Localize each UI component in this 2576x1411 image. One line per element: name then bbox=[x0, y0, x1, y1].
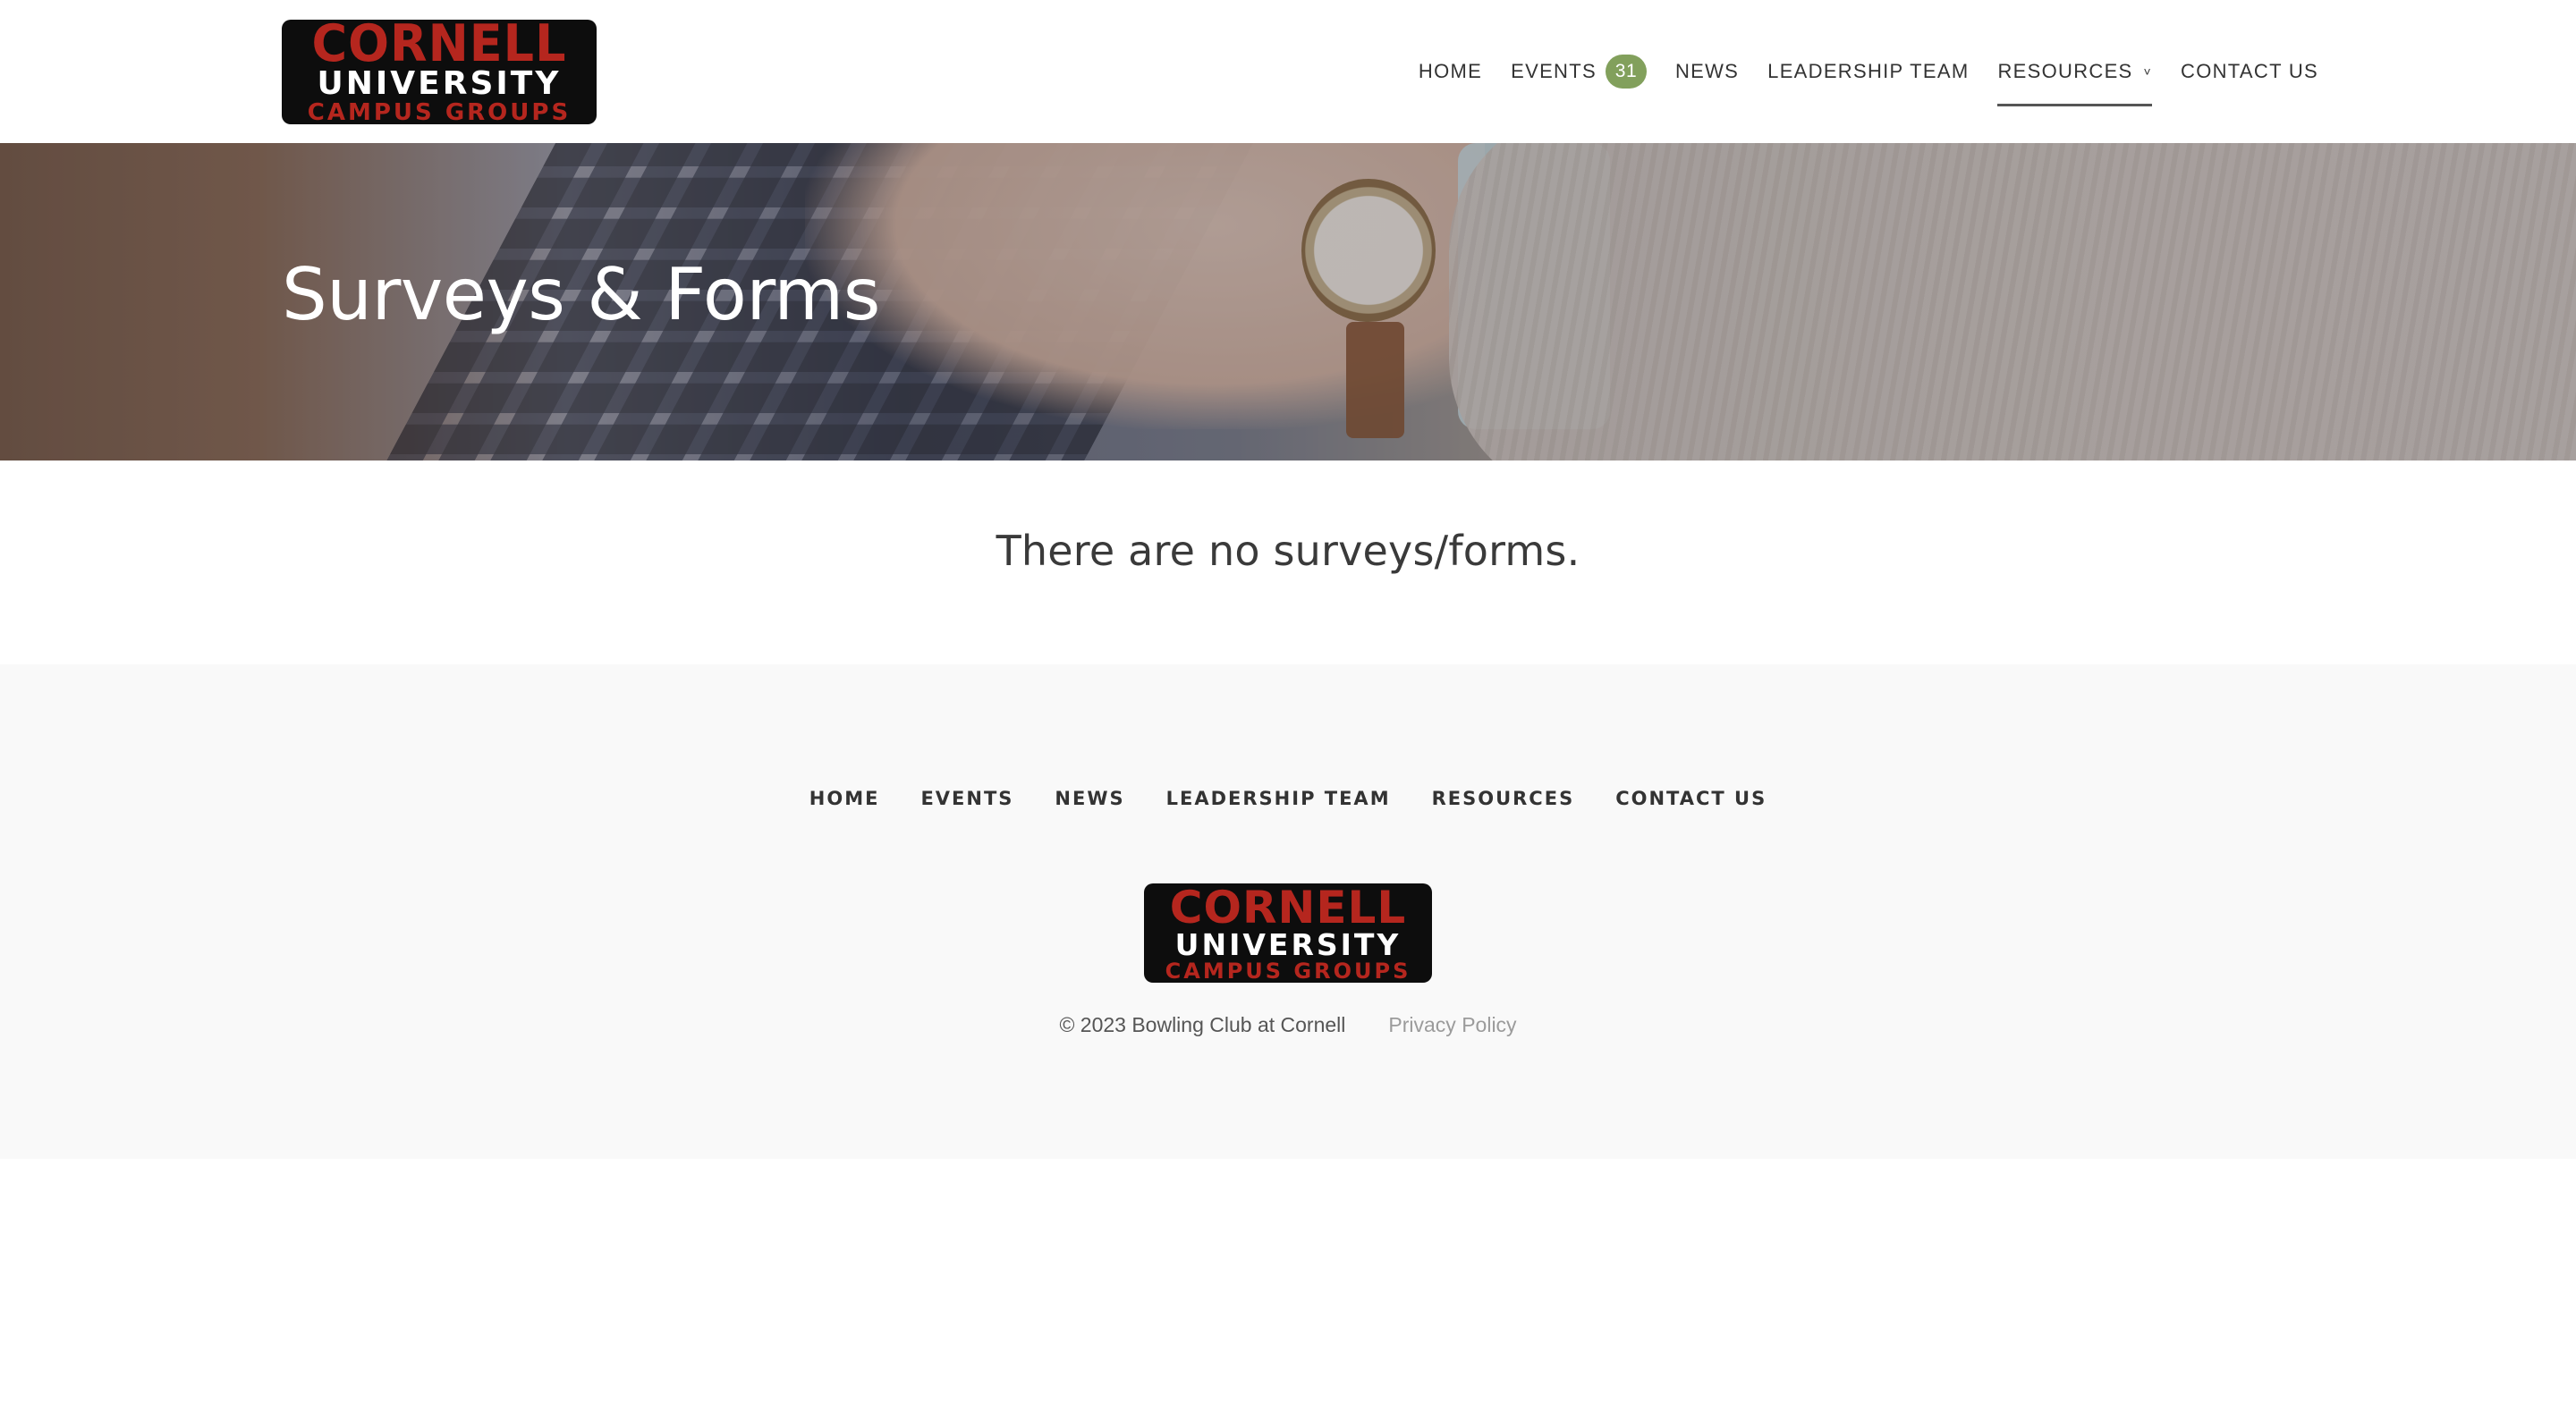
nav-home-label: HOME bbox=[1418, 60, 1483, 82]
footer-nav-home[interactable]: HOME bbox=[809, 788, 880, 809]
events-count-badge: 31 bbox=[1605, 55, 1647, 89]
logo-line-cornell: CORNELL bbox=[311, 13, 567, 73]
footer-nav-resources[interactable]: RESOURCES bbox=[1432, 788, 1575, 809]
nav-news-label: NEWS bbox=[1674, 60, 1740, 82]
footer-nav-leadership-team[interactable]: LEADERSHIP TEAM bbox=[1166, 788, 1391, 809]
footer-logo-line-university: UNIVERSITY bbox=[1174, 926, 1402, 962]
nav-home[interactable]: HOME bbox=[1419, 49, 1482, 94]
footer-nav: HOME EVENTS NEWS LEADERSHIP TEAM RESOURC… bbox=[0, 788, 2576, 809]
page-title: Surveys & Forms bbox=[282, 253, 880, 336]
chevron-down-icon: ˅ bbox=[2143, 64, 2153, 79]
main-nav: HOME EVENTS 31 NEWS LEADERSHIP TEAM RESO… bbox=[1419, 0, 2318, 143]
footer-logo[interactable]: CORNELL UNIVERSITY CAMPUS GROUPS bbox=[1144, 883, 1432, 983]
privacy-policy-link[interactable]: Privacy Policy bbox=[1388, 1013, 1516, 1037]
nav-leadership-team-label: LEADERSHIP TEAM bbox=[1767, 60, 1970, 82]
nav-resources[interactable]: RESOURCES ˅ bbox=[1997, 49, 2153, 106]
logo-line-campus-groups: CAMPUS GROUPS bbox=[307, 99, 572, 126]
footer-meta: © 2023 Bowling Club at Cornell Privacy P… bbox=[0, 1013, 2576, 1037]
copyright-text: © 2023 Bowling Club at Cornell bbox=[1059, 1013, 1346, 1036]
site-footer: HOME EVENTS NEWS LEADERSHIP TEAM RESOURC… bbox=[0, 664, 2576, 1159]
site-logo[interactable]: CORNELL UNIVERSITY CAMPUS GROUPS bbox=[282, 13, 597, 126]
hero-banner: Surveys & Forms bbox=[0, 143, 2576, 460]
footer-logo-line-cornell: CORNELL bbox=[1169, 881, 1407, 934]
nav-resources-label: RESOURCES bbox=[1997, 60, 2133, 82]
footer-nav-events[interactable]: EVENTS bbox=[920, 788, 1013, 809]
nav-news[interactable]: NEWS bbox=[1675, 49, 1739, 94]
nav-events-label: EVENTS bbox=[1511, 60, 1597, 82]
nav-contact-us-label: CONTACT US bbox=[2181, 60, 2318, 82]
page-bottom-blank bbox=[0, 1159, 2576, 1411]
site-header: CORNELL UNIVERSITY CAMPUS GROUPS HOME EV… bbox=[0, 0, 2576, 143]
footer-nav-contact-us[interactable]: CONTACT US bbox=[1615, 788, 1767, 809]
main-content: There are no surveys/forms. bbox=[0, 460, 2576, 664]
nav-contact-us[interactable]: CONTACT US bbox=[2181, 49, 2318, 94]
footer-nav-news[interactable]: NEWS bbox=[1055, 788, 1124, 809]
footer-logo-line-campus-groups: CAMPUS GROUPS bbox=[1165, 958, 1411, 984]
nav-leadership-team[interactable]: LEADERSHIP TEAM bbox=[1767, 49, 1969, 94]
empty-state-message: There are no surveys/forms. bbox=[996, 527, 1580, 575]
nav-events[interactable]: EVENTS 31 bbox=[1511, 49, 1647, 94]
